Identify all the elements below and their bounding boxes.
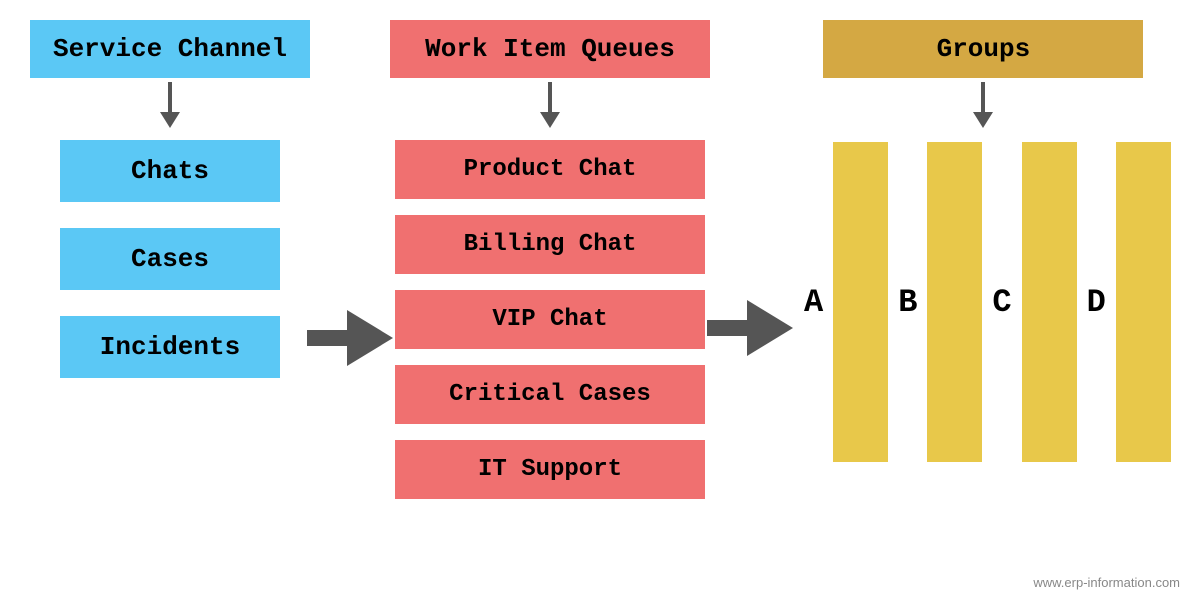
work-item-queues-header: Work Item Queues	[390, 20, 710, 78]
billing-chat-box: Billing Chat	[395, 215, 705, 274]
group-bar-d	[1116, 142, 1171, 462]
arrow-head	[973, 112, 993, 128]
it-support-box: IT Support	[395, 440, 705, 499]
work-item-queues-column: Work Item Queues Product Chat Billing Ch…	[390, 20, 710, 507]
groups-column: Groups A B C D	[790, 20, 1177, 462]
vip-chat-box: VIP Chat	[395, 290, 705, 349]
arrow-body	[307, 330, 347, 346]
arrow-body	[707, 320, 747, 336]
col3-col5-connector	[710, 300, 790, 356]
arrow-head	[540, 112, 560, 128]
arrow-head	[160, 112, 180, 128]
product-chat-box: Product Chat	[395, 140, 705, 199]
service-channel-column: Service Channel Chats Cases Incidents	[30, 20, 310, 386]
arrow-line	[168, 82, 172, 112]
service-channel-arrow-down	[160, 82, 180, 128]
right-arrow-1	[307, 310, 393, 366]
chats-box: Chats	[60, 140, 280, 202]
arrow-head	[747, 300, 793, 356]
group-b-label: B	[898, 284, 917, 321]
col1-col3-connector	[310, 310, 390, 366]
group-bar-c	[1022, 142, 1077, 462]
group-c-label: C	[992, 284, 1011, 321]
work-item-queues-arrow-down	[540, 82, 560, 128]
group-bar-b	[927, 142, 982, 462]
service-channel-header: Service Channel	[30, 20, 310, 78]
group-a-label: A	[804, 284, 823, 321]
arrow-line	[981, 82, 985, 112]
group-d-label: D	[1087, 284, 1106, 321]
critical-cases-box: Critical Cases	[395, 365, 705, 424]
right-arrow-2	[707, 300, 793, 356]
groups-header: Groups	[823, 20, 1143, 78]
groups-arrow-down	[973, 82, 993, 128]
watermark: www.erp-information.com	[1033, 575, 1180, 590]
arrow-head	[347, 310, 393, 366]
group-bar-a	[833, 142, 888, 462]
cases-box: Cases	[60, 228, 280, 290]
diagram: Service Channel Chats Cases Incidents Wo…	[0, 0, 1200, 600]
incidents-box: Incidents	[60, 316, 280, 378]
arrow-line	[548, 82, 552, 112]
